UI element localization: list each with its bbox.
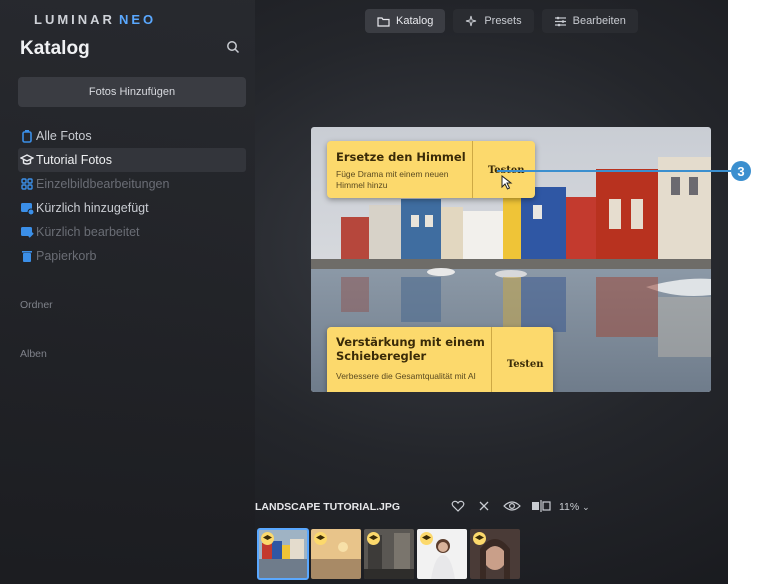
card-divider — [491, 327, 492, 392]
filmstrip-thumb[interactable] — [311, 529, 361, 579]
image-add-icon — [21, 203, 34, 215]
sliders-icon — [554, 16, 566, 26]
image-filename: LANDSCAPE TUTORIAL.JPG — [255, 501, 401, 513]
sidebar-item-label: Tutorial Fotos — [36, 153, 112, 167]
sidebar-title: Katalog — [20, 38, 90, 59]
chevron-down-icon: ⌄ — [582, 502, 590, 512]
tutorial-badge-icon — [420, 532, 433, 545]
cursor-icon — [501, 175, 513, 190]
sidebar-item-recently-added[interactable]: Kürzlich hinzugefügt — [18, 196, 246, 220]
tab-catalog[interactable]: Katalog — [365, 9, 446, 33]
card-description: Füge Drama mit einem neuen Himmel hinzu — [336, 169, 449, 190]
tutorial-badge-icon — [314, 532, 327, 545]
image-edit-icon — [21, 227, 34, 238]
sidebar-item-tutorial-photos[interactable]: Tutorial Fotos — [18, 148, 246, 172]
graduation-cap-icon — [20, 154, 34, 165]
folder-icon — [377, 16, 390, 27]
card-title: Ersetze den Himmel — [336, 150, 466, 164]
albums-section-label[interactable]: Alben — [20, 348, 47, 360]
sidebar-item-trash[interactable]: Papierkorb — [18, 244, 246, 268]
sidebar: LUMINAR NEO Katalog Fotos Hinzufügen Alle… — [0, 0, 255, 584]
filmstrip-thumb[interactable] — [417, 529, 467, 579]
card-title: Verstärkung mit einem Schieberegler — [336, 335, 485, 363]
filmstrip-thumb[interactable] — [470, 529, 520, 579]
card-description: Verbessere die Gesamtqualität mit AI — [336, 371, 476, 381]
tutorial-badge-icon — [367, 532, 380, 545]
callout-line — [497, 170, 731, 172]
tutorial-card-slider-enhance: Verstärkung mit einem Schieberegler Verb… — [327, 327, 553, 392]
sidebar-item-recently-edited[interactable]: Kürzlich bearbeitet — [18, 220, 246, 244]
grid-icon — [21, 178, 33, 190]
sidebar-item-label: Kürzlich hinzugefügt — [36, 201, 149, 215]
sidebar-item-label: Einzelbildbearbeitungen — [36, 177, 170, 191]
folders-section-label[interactable]: Ordner — [20, 299, 53, 311]
image-info-bar: LANDSCAPE TUTORIAL.JPG 11% ⌄ — [255, 495, 728, 519]
zoom-level[interactable]: 11% ⌄ — [559, 501, 590, 513]
app-logo: LUMINAR NEO — [34, 12, 157, 27]
app-window: LUMINAR NEO Katalog Fotos Hinzufügen Alle… — [0, 0, 728, 584]
sidebar-item-single-edits[interactable]: Einzelbildbearbeitungen — [18, 172, 246, 196]
sidebar-item-label: Papierkorb — [36, 249, 97, 263]
try-button-slider[interactable]: Testen — [507, 359, 544, 370]
sidebar-item-label: Kürzlich bearbeitet — [36, 225, 140, 239]
trash-icon — [22, 251, 32, 262]
card-divider — [472, 141, 473, 198]
heart-icon[interactable] — [451, 499, 465, 513]
sidebar-item-all-photos[interactable]: Alle Fotos — [18, 124, 246, 148]
tutorial-badge-icon — [261, 532, 274, 545]
top-tab-bar: Katalog Presets Bearbeiten — [365, 9, 638, 33]
main-photo[interactable]: Ersetze den Himmel Füge Drama mit einem … — [311, 127, 711, 392]
add-photos-button[interactable]: Fotos Hinzufügen — [18, 77, 246, 107]
reject-x-icon[interactable] — [477, 499, 491, 513]
compare-icon[interactable] — [531, 499, 551, 513]
eye-icon[interactable] — [503, 499, 521, 513]
filmstrip-thumb[interactable] — [257, 528, 309, 580]
tab-label: Bearbeiten — [572, 15, 626, 27]
tab-label: Katalog — [396, 15, 434, 27]
search-icon[interactable] — [226, 40, 240, 54]
tutorial-badge-icon — [473, 532, 486, 545]
callout-number-badge: 3 — [731, 161, 751, 181]
filmstrip-thumb[interactable] — [364, 529, 414, 579]
sparkle-icon — [466, 15, 477, 27]
tab-presets[interactable]: Presets — [453, 9, 534, 33]
sidebar-nav: Alle Fotos Tutorial Fotos Einzelbildbear… — [18, 124, 246, 268]
tab-edit[interactable]: Bearbeiten — [541, 9, 638, 33]
sidebar-item-label: Alle Fotos — [36, 129, 92, 143]
photos-icon — [22, 130, 32, 143]
tab-label: Presets — [484, 15, 522, 27]
